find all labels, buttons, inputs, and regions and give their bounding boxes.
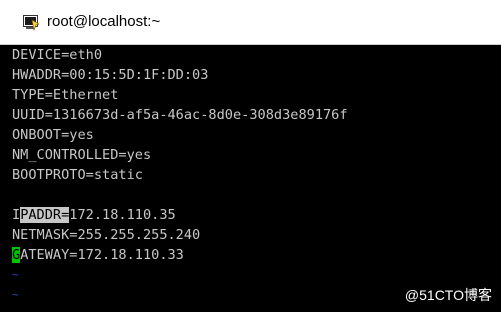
terminal-line: DEVICE=eth0 [12, 47, 103, 63]
terminal-line: BOOTPROTO=static [12, 167, 143, 183]
text-cursor: G [12, 247, 21, 263]
terminal-line: HWADDR=00:15:5D:1F:DD:03 [12, 67, 209, 83]
gateway-rest: ATEWAY=172.18.110.33 [20, 247, 184, 263]
empty-line-tilde: ~ [12, 288, 19, 301]
terminal-window: root@localhost:~ DEVICE=eth0 HWADDR=00:1… [0, 0, 501, 312]
terminal-line-netmask: NETMASK=255.255.255.240 [12, 227, 201, 243]
terminal-line: TYPE=Ethernet [12, 87, 119, 103]
terminal-line-ipaddr: IPADDR=172.18.110.35 [12, 205, 176, 225]
terminal-line: ONBOOT=yes [12, 127, 94, 143]
terminal-line: NM_CONTROLLED=yes [12, 147, 152, 163]
terminal-line: UUID=1316673d-af5a-46ac-8d0e-308d3e89176… [12, 107, 348, 123]
terminal-line-gateway: GATEWAY=172.18.110.33 [12, 245, 184, 265]
window-title: root@localhost:~ [47, 13, 161, 30]
title-bar[interactable]: root@localhost:~ [0, 0, 501, 45]
ipaddr-first-char: I [12, 207, 21, 223]
text-selection[interactable]: PADDR= [20, 207, 70, 223]
ipaddr-value: 172.18.110.35 [69, 207, 176, 223]
terminal-screen[interactable]: DEVICE=eth0 HWADDR=00:15:5D:1F:DD:03 TYP… [0, 45, 501, 312]
empty-line-tilde: ~ [12, 268, 19, 281]
putty-terminal-icon [23, 15, 40, 31]
watermark: @51CTO博客 [404, 287, 492, 303]
